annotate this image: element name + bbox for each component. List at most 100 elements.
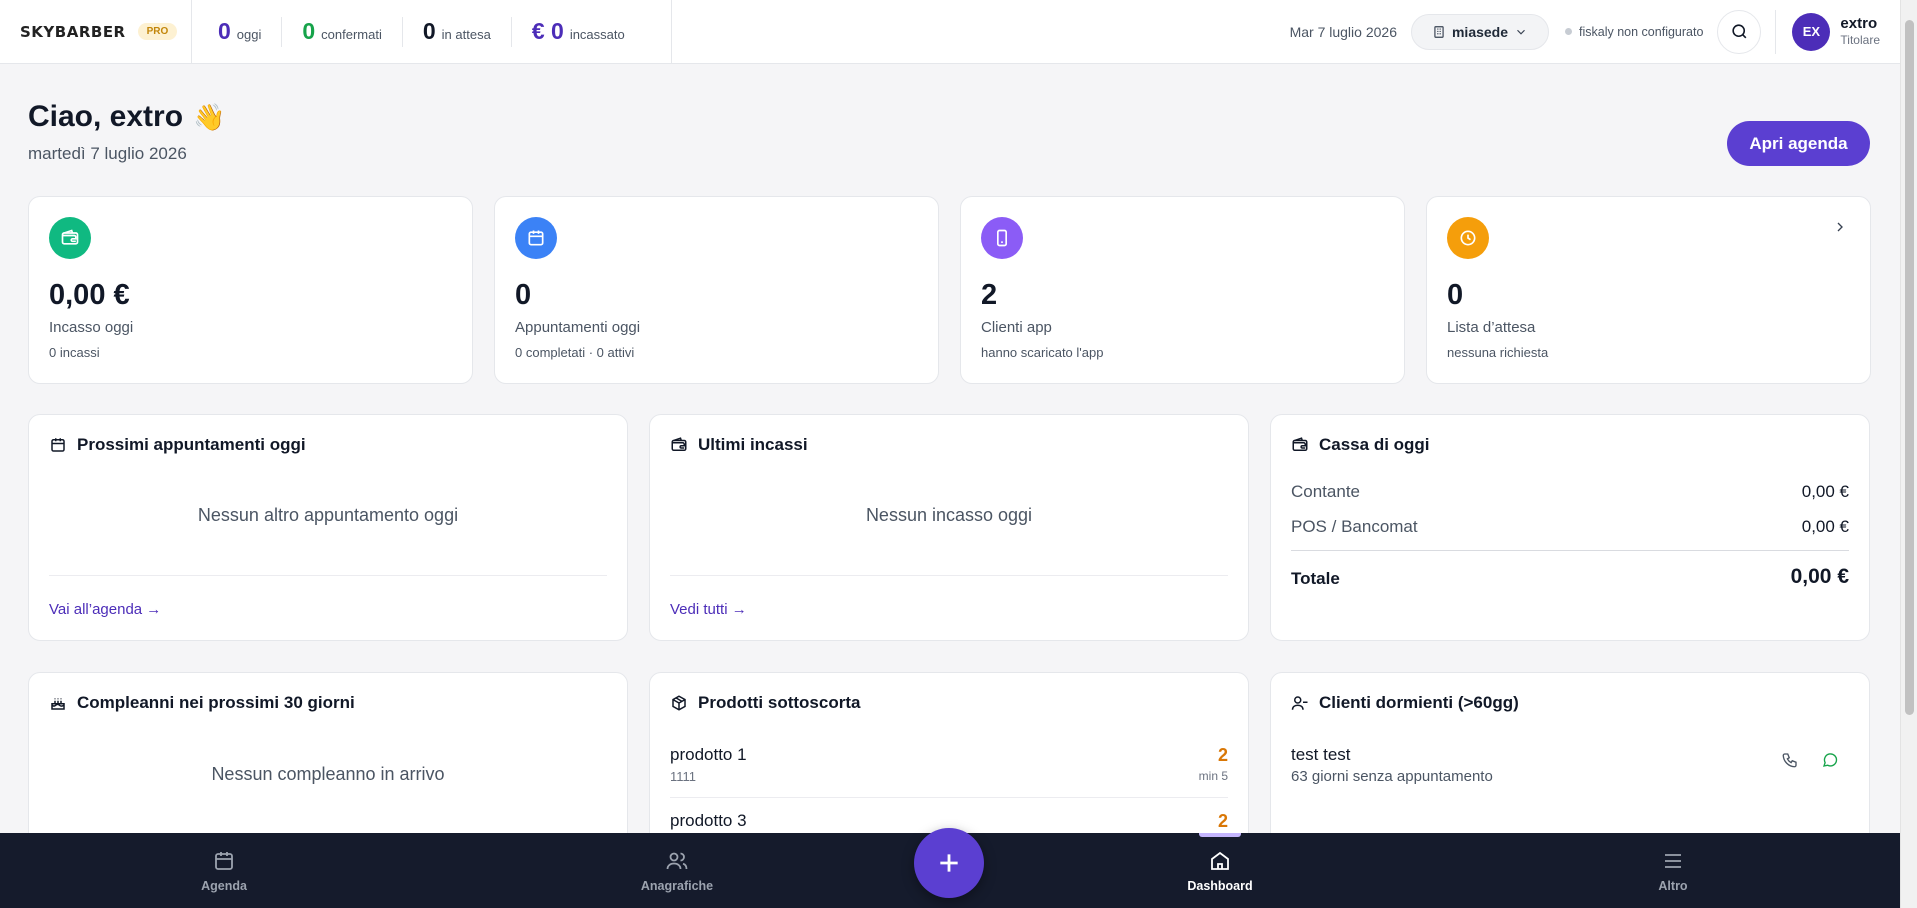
- stat-card-incasso[interactable]: 0,00 € Incasso oggi 0 incassi: [28, 196, 473, 384]
- panel-title-text: Prodotti sottoscorta: [698, 693, 861, 712]
- panel-prossimi-appuntamenti: Prossimi appuntamenti oggi Nessun altro …: [28, 414, 628, 641]
- user-info: extro Titolare: [1840, 15, 1880, 47]
- calendar-icon: [212, 849, 236, 873]
- stat-label: Clienti app: [981, 319, 1052, 336]
- cash-label: Contante: [1291, 482, 1360, 501]
- stat-sub: nessuna richiesta: [1447, 345, 1549, 360]
- scrollbar-thumb[interactable]: [1905, 20, 1914, 715]
- add-button[interactable]: [914, 828, 984, 898]
- cash-amount: 0,00 €: [1801, 517, 1849, 536]
- logo[interactable]: SKYBARBER: [20, 23, 126, 41]
- kpi-label: in attesa: [441, 27, 491, 42]
- user-role: Titolare: [1840, 33, 1880, 48]
- users-icon: [665, 849, 689, 873]
- home-icon: [1208, 849, 1232, 873]
- stat-sub: hanno scaricato l'app: [981, 345, 1104, 360]
- kpi-label: confermati: [321, 27, 382, 42]
- kpi-value: 0: [218, 18, 231, 44]
- nav-altro[interactable]: Altro: [1603, 833, 1743, 908]
- panel-title: Ultimi incassi: [670, 435, 808, 455]
- stat-sub: 0 incassi: [49, 345, 100, 360]
- panel-title-text: Prossimi appuntamenti oggi: [77, 435, 306, 454]
- menu-icon: [1661, 849, 1685, 873]
- nav-anagrafiche[interactable]: Anagrafiche: [607, 833, 747, 908]
- stat-card-appuntamenti[interactable]: 0 Appuntamenti oggi 0 completati · 0 att…: [494, 196, 939, 384]
- stat-value: 0: [1447, 279, 1464, 311]
- open-agenda-button[interactable]: Apri agenda: [1727, 121, 1870, 166]
- user-minus-icon: [1291, 694, 1319, 712]
- panel-title-text: Cassa di oggi: [1319, 435, 1430, 454]
- sede-selector[interactable]: miasede: [1410, 13, 1550, 50]
- sede-name: miasede: [1451, 23, 1509, 40]
- panel-title: Prossimi appuntamenti oggi: [49, 435, 306, 455]
- divider: [670, 797, 1228, 798]
- wallet-icon: [49, 217, 91, 259]
- kpi-label: incassato: [569, 27, 625, 42]
- list-item[interactable]: prodotto 1 1111 2 min 5: [670, 745, 1228, 784]
- panel-title-text: Ultimi incassi: [698, 435, 808, 454]
- kpi-oggi: 0 oggi: [192, 17, 281, 47]
- stat-card-clienti-app[interactable]: 2 Clienti app hanno scaricato l'app: [960, 196, 1405, 384]
- user-name: extro: [1840, 15, 1878, 33]
- pro-badge: PRO: [137, 23, 178, 40]
- building-icon: [1426, 25, 1452, 39]
- kpi-confermati: 0 confermati: [281, 16, 402, 47]
- kpi-value: 0: [422, 18, 436, 44]
- greeting-date: martedì 7 luglio 2026: [28, 144, 187, 163]
- kpi-value: 0: [302, 18, 316, 44]
- total-value: 0,00 €: [1790, 565, 1849, 588]
- product-name: prodotto 1: [670, 745, 747, 764]
- active-tab-indicator: [1199, 833, 1241, 837]
- whatsapp-icon[interactable]: [1821, 751, 1839, 769]
- top-bar: SKYBARBER PRO 0 oggi 0 confermati 0 in a…: [0, 0, 1900, 64]
- see-all-link[interactable]: Vedi tutti →: [670, 601, 747, 618]
- total-label: Totale: [1291, 569, 1340, 588]
- cash-label: POS / Bancomat: [1291, 517, 1418, 536]
- stat-sub: 0 completati · 0 attivi: [515, 345, 635, 360]
- stat-card-lista-attesa[interactable]: 0 Lista d’attesa nessuna richiesta: [1426, 196, 1871, 384]
- empty-message: Nessun incasso oggi: [865, 505, 1033, 525]
- list-item: test test 63 giorni senza appuntamento: [1291, 745, 1849, 785]
- clock-icon: [1447, 217, 1489, 259]
- product-qty: 2: [1217, 811, 1228, 831]
- wave-emoji: 👋: [193, 101, 226, 132]
- empty-message: Nessun compleanno in arrivo: [211, 764, 445, 784]
- nav-label: Dashboard: [1187, 878, 1253, 893]
- phone-icon[interactable]: [1781, 751, 1799, 769]
- go-to-agenda-link[interactable]: Vai all’agenda →: [49, 601, 161, 618]
- avatar: EX: [1792, 12, 1831, 51]
- divider: [49, 575, 607, 576]
- kpi-strip: 0 oggi 0 confermati 0 in attesa € 0 inca…: [192, 0, 672, 64]
- empty-message: Nessun altro appuntamento oggi: [197, 505, 459, 525]
- page-scrollbar[interactable]: [1900, 0, 1917, 908]
- panel-cassa-oggi: Cassa di oggi Contante 0,00 € POS / Banc…: [1270, 414, 1870, 641]
- search-button[interactable]: [1717, 9, 1762, 54]
- nav-label: Agenda: [201, 878, 247, 893]
- nav-agenda[interactable]: Agenda: [154, 833, 294, 908]
- stat-label: Incasso oggi: [49, 319, 134, 336]
- search-icon: [1730, 22, 1749, 41]
- stat-label: Lista d’attesa: [1447, 319, 1536, 336]
- user-menu[interactable]: EX extro Titolare: [1775, 9, 1880, 54]
- divider: [1291, 550, 1849, 551]
- brand-name: SKYBARBER: [20, 22, 126, 41]
- stat-label: Appuntamenti oggi: [515, 319, 641, 336]
- product-qty: 2: [1217, 745, 1228, 765]
- brand: SKYBARBER PRO: [0, 0, 192, 64]
- kpi-value: € 0: [531, 18, 564, 44]
- kpi-label: oggi: [236, 27, 262, 42]
- package-icon: [670, 694, 698, 712]
- chevron-right-icon: [1832, 219, 1848, 235]
- nav-dashboard[interactable]: Dashboard: [1150, 833, 1290, 908]
- product-code: 1111: [670, 769, 697, 784]
- cash-amount: 0,00 €: [1801, 482, 1849, 501]
- header-date: Mar 7 luglio 2026: [1289, 23, 1397, 40]
- product-min: min 5: [1198, 769, 1228, 783]
- panel-clienti-dormienti: Clienti dormienti (>60gg) test test 63 g…: [1270, 672, 1870, 833]
- client-actions: [1759, 751, 1839, 769]
- wallet-icon: [670, 436, 698, 454]
- status-dot-icon: [1565, 28, 1573, 35]
- panel-title-text: Compleanni nei prossimi 30 giorni: [77, 693, 355, 712]
- header-right: Mar 7 luglio 2026 miasede fiskaly non co…: [1290, 0, 1900, 64]
- greeting-title: Ciao, extro: [28, 100, 184, 133]
